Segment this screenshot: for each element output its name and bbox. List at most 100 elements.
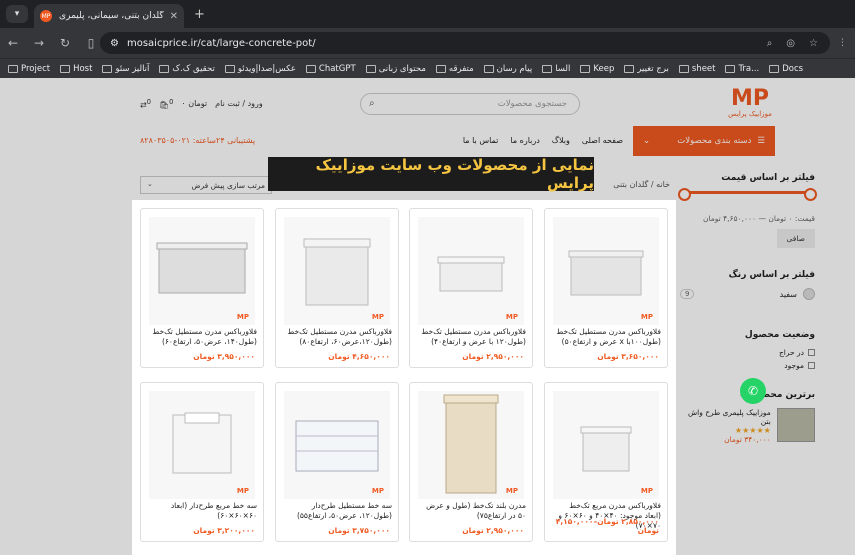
product-title[interactable]: سه خط مستطیل طرح‌دار (طول۱۲۰، عرض۵۰، ارت… [282, 501, 392, 521]
bookmark-label: Project [21, 63, 51, 74]
product-price: ۴,۶۵۰,۰۰۰ تومان [328, 352, 390, 361]
zoom-icon[interactable]: ⌕ [767, 38, 773, 49]
bookmark-item[interactable]: تحقیق ک.ک [159, 63, 215, 74]
bookmark-label: السا [555, 63, 571, 74]
watermark-logo: MP [236, 487, 249, 495]
address-bar[interactable]: ⚙ mosaicprice.ir/cat/large-concrete-pot/… [100, 32, 830, 54]
bookmark-label: پیام رسان [496, 63, 533, 74]
product-image[interactable]: MP [284, 391, 390, 499]
product-card[interactable]: MP سه خط مربع طرح‌دار (ابعاد ۶۰×۶۰×۶۰) ۳,۲… [140, 382, 264, 542]
whatsapp-icon[interactable]: ✆ [740, 378, 766, 404]
product-image[interactable]: MP [284, 217, 390, 325]
new-tab-button[interactable]: + [194, 7, 205, 22]
product-card[interactable]: MP فلاورباکس مدرن مستطیل تک‌خط (طول۱۲۰ با… [409, 208, 533, 368]
folder-icon [8, 64, 18, 73]
browser-tab[interactable]: MP گلدان بتنی، سیمانی، پلیمری بزرگ | ...… [34, 4, 184, 28]
bookmarks-bar: Project Host آنالیز سئو تحقیق ک.ک عکس|صدا|وی… [0, 58, 855, 78]
bookmark-item[interactable]: السا [542, 64, 570, 74]
folder-icon [725, 64, 736, 73]
reload-icon[interactable]: ↻ [52, 36, 78, 50]
bookmark-label: Keep [593, 63, 615, 74]
product-price: ۳,۲۰۰,۰۰۰ تومان [193, 526, 255, 535]
product-title[interactable]: سه خط مربع طرح‌دار (ابعاد ۶۰×۶۰×۶۰) [147, 501, 257, 521]
folder-icon [580, 64, 591, 73]
bookmark-item[interactable]: عکس|صدا|ویدئو [224, 63, 296, 74]
bookmark-item[interactable]: برج تغییر [624, 64, 669, 74]
bookmark-label: Docs [782, 63, 804, 74]
forward-icon[interactable]: → [26, 36, 52, 50]
watermark-logo: MP [371, 487, 384, 495]
bookmark-star-icon[interactable]: ☆ [809, 38, 818, 49]
bookmark-label: آنالیز سئو [115, 63, 150, 74]
caption-banner: نمایی از محصولات وب سایت موزاییک پرایس [268, 156, 594, 192]
product-image[interactable]: MP [553, 391, 659, 499]
product-title[interactable]: فلاورباکس مدرن مستطیل تک‌خط (طول۱۴۰، عرض… [147, 327, 257, 347]
product-card[interactable]: MP فلاورباکس مدرن مربع تک‌خط (ابعاد موجود… [544, 382, 668, 542]
folder-icon [769, 64, 780, 73]
folder-icon [305, 64, 316, 73]
folder-icon [435, 64, 446, 73]
bookmark-item[interactable]: Docs [769, 64, 803, 74]
bookmark-label: تحقیق ک.ک [172, 63, 215, 74]
folder-icon [102, 64, 113, 73]
product-card[interactable]: MP مدرن بلند تک‌خط (طول و عرض ۵۰ در ارتفا… [409, 382, 533, 542]
bookmark-label: ChatGPT [318, 63, 356, 74]
product-image[interactable]: MP [418, 217, 524, 325]
watermark-logo: MP [371, 313, 384, 321]
bookmark-item[interactable]: Tra... [725, 64, 759, 74]
bookmark-label: متفرقه [448, 63, 474, 74]
url-text: mosaicprice.ir/cat/large-concrete-pot/ [126, 37, 316, 49]
bookmark-label: sheet [691, 63, 716, 74]
tab-title: گلدان بتنی، سیمانی، پلیمری بزرگ | ... [58, 11, 164, 21]
bookmark-item[interactable]: متفرقه [435, 63, 474, 74]
product-title[interactable]: فلاورباکس مدرن مستطیل تک‌خط (طول۱۲۰ با ع… [416, 327, 526, 347]
eye-off-icon[interactable]: ◎ [786, 38, 795, 49]
bookmark-item[interactable]: sheet [678, 63, 716, 74]
folder-icon [483, 64, 494, 73]
tab-search-button[interactable]: ▾ [6, 5, 28, 23]
folder-icon [624, 64, 635, 73]
bookmark-item[interactable]: Project [8, 64, 50, 74]
site-info-icon[interactable]: ⚙ [110, 38, 119, 49]
product-image[interactable]: MP [553, 217, 659, 325]
site-favicon: MP [40, 10, 52, 22]
product-price: ۳,۷۵۰,۰۰۰ تومان [328, 526, 390, 535]
extensions-icon[interactable]: ⋮ [838, 38, 847, 48]
watermark-logo: MP [640, 487, 653, 495]
folder-icon [60, 64, 71, 73]
close-tab-icon[interactable]: ✕ [170, 11, 178, 22]
browser-toolbar: ← → ↻ ▯ ⚙ mosaicprice.ir/cat/large-concr… [0, 28, 855, 58]
bookmark-item[interactable]: پیام رسان [483, 63, 533, 74]
watermark-logo: MP [236, 313, 249, 321]
bookmark-item[interactable]: ChatGPT [305, 63, 356, 74]
watermark-logo: MP [640, 313, 653, 321]
product-price: ۲,۸۵۰,۰۰۰ تومان–۴,۱۵۰,۰۰۰ تومان [555, 517, 659, 535]
browser-tab-bar: ▾ MP گلدان بتنی، سیمانی، پلیمری بزرگ | .… [0, 0, 855, 28]
product-card[interactable]: MP فلاورباکس مدرن مستطیل تک‌خط (طول۱۰۰با … [544, 208, 668, 368]
bookmark-item[interactable]: آنالیز سئو [102, 64, 149, 74]
product-title[interactable]: فلاورباکس مدرن مستطیل تک‌خط (طول۱۰۰با x … [551, 327, 661, 347]
bookmark-item[interactable]: محتوای زبانی [365, 63, 426, 74]
folder-icon [678, 64, 689, 73]
bookmark-label: برج تغییر [637, 63, 669, 74]
bookmark-label: محتوای زبانی [378, 63, 426, 74]
product-image[interactable]: MP [149, 217, 255, 325]
bookmark-label: Tra... [738, 63, 760, 74]
product-price: ۳,۶۵۰,۰۰۰ تومان [597, 352, 659, 361]
product-card[interactable]: MP فلاورباکس مدرن مستطیل تک‌خط (طول۱۴۰، ع… [140, 208, 264, 368]
back-icon[interactable]: ← [0, 36, 26, 50]
product-card[interactable]: MP سه خط مستطیل طرح‌دار (طول۱۲۰، عرض۵۰، ا… [275, 382, 399, 542]
product-title[interactable]: فلاورباکس مدرن مستطیل تک‌خط (طول۱۲۰،عرض۶… [282, 327, 392, 347]
product-price: ۲,۹۵۰,۰۰۰ تومان [462, 526, 524, 535]
product-title[interactable]: مدرن بلند تک‌خط (طول و عرض ۵۰ در ارتفاع۷… [416, 501, 526, 521]
bookmark-label: Host [73, 63, 93, 74]
bookmark-label: عکس|صدا|ویدئو [237, 63, 296, 74]
product-image[interactable]: MP [418, 391, 524, 499]
product-image[interactable]: MP [149, 391, 255, 499]
product-card[interactable]: MP فلاورباکس مدرن مستطیل تک‌خط (طول۱۲۰،عر… [275, 208, 399, 368]
product-price: ۳,۹۵۰,۰۰۰ تومان [193, 352, 255, 361]
bookmark-item[interactable]: Keep [580, 64, 614, 74]
product-price: ۲,۹۵۰,۰۰۰ تومان [462, 352, 524, 361]
bookmark-item[interactable]: Host [60, 64, 92, 74]
folder-icon [542, 64, 553, 73]
